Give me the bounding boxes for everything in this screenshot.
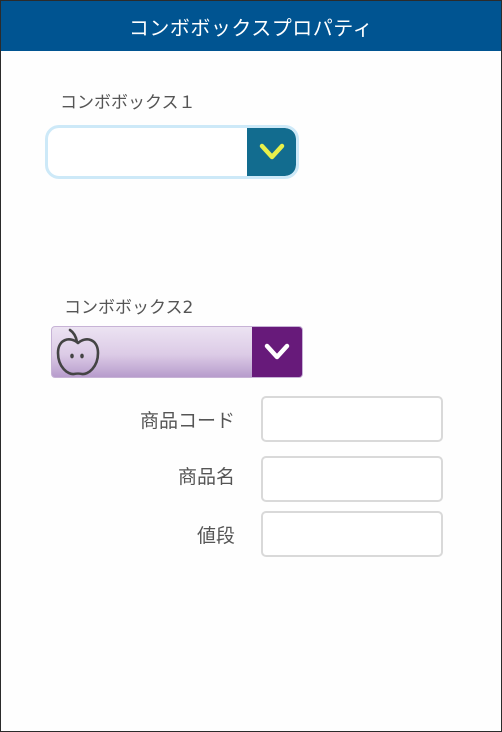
combobox1-label: コンボボックス１ — [60, 93, 196, 113]
product-code-input[interactable] — [261, 396, 443, 442]
combobox2[interactable] — [51, 326, 303, 378]
product-name-input[interactable] — [261, 456, 443, 502]
app-window: コンボボックスプロパティ コンボボックス１ コンボボックス2 商品コード 商品名… — [0, 0, 502, 732]
combobox1[interactable] — [45, 125, 299, 179]
chevron-down-icon — [264, 343, 290, 360]
combobox2-label: コンボボックス2 — [64, 298, 194, 318]
price-label: 値段 — [196, 525, 235, 547]
window-title: コンボボックスプロパティ — [128, 15, 374, 40]
product-code-label: 商品コード — [139, 410, 235, 432]
product-name-label: 商品名 — [177, 466, 235, 488]
combobox1-dropdown-button[interactable] — [247, 128, 296, 176]
chevron-down-icon — [259, 143, 284, 160]
title-bar: コンボボックスプロパティ — [1, 1, 501, 51]
price-input[interactable] — [261, 511, 443, 557]
combobox2-dropdown-button[interactable] — [252, 327, 302, 377]
apple-icon — [56, 328, 100, 376]
